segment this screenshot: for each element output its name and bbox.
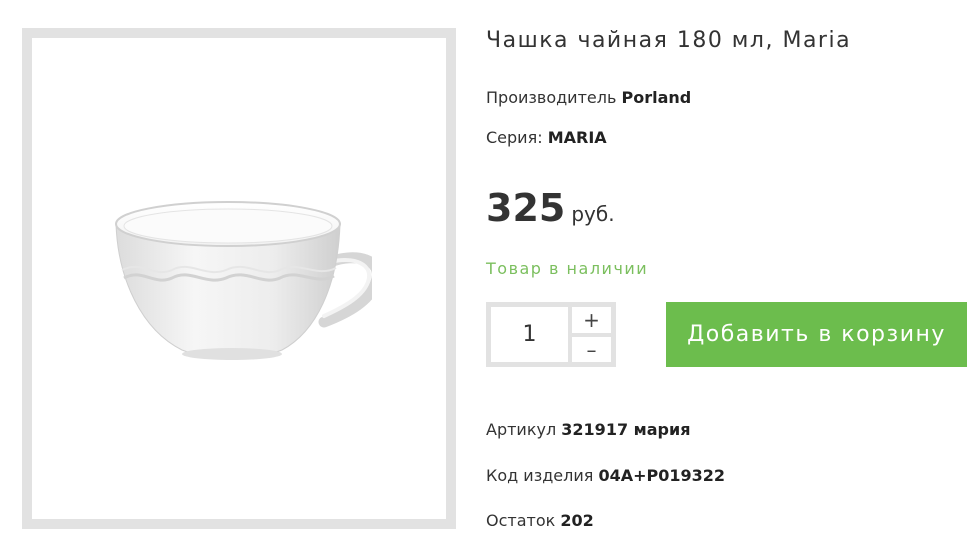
quantity-input[interactable]: 1 xyxy=(491,307,568,362)
price-value: 325 xyxy=(486,186,566,230)
series-row: Серия: MARIA xyxy=(486,128,607,147)
stock-remain-value: 202 xyxy=(560,511,594,530)
series-value[interactable]: MARIA xyxy=(548,128,607,147)
teacup-image xyxy=(115,201,372,360)
manufacturer-value[interactable]: Porland xyxy=(621,88,691,107)
product-image[interactable] xyxy=(32,38,446,519)
product-code-label: Код изделия xyxy=(486,466,594,485)
manufacturer-label: Производитель xyxy=(486,88,617,107)
article-label: Артикул xyxy=(486,420,557,439)
stock-remain-label: Остаток xyxy=(486,511,556,530)
product-code-row: Код изделия 04A+P019322 xyxy=(486,466,725,485)
product-code-value: 04A+P019322 xyxy=(598,466,726,485)
quantity-stepper: 1 + – xyxy=(486,302,616,367)
article-row: Артикул 321917 мария xyxy=(486,420,690,439)
product-title: Чашка чайная 180 мл, Maria xyxy=(486,28,852,53)
quantity-decrease-button[interactable]: – xyxy=(572,337,611,362)
add-to-cart-button[interactable]: Добавить в корзину xyxy=(666,302,967,367)
article-value: 321917 мария xyxy=(561,420,691,439)
price-unit: руб. xyxy=(571,202,615,226)
series-label: Серия: xyxy=(486,128,543,147)
quantity-increase-button[interactable]: + xyxy=(572,307,611,333)
price: 325 руб. xyxy=(486,186,615,230)
manufacturer-row: Производитель Porland xyxy=(486,88,691,107)
stock-status: Товар в наличии xyxy=(486,259,649,278)
stock-remain-row: Остаток 202 xyxy=(486,511,594,530)
product-image-frame xyxy=(22,28,456,529)
